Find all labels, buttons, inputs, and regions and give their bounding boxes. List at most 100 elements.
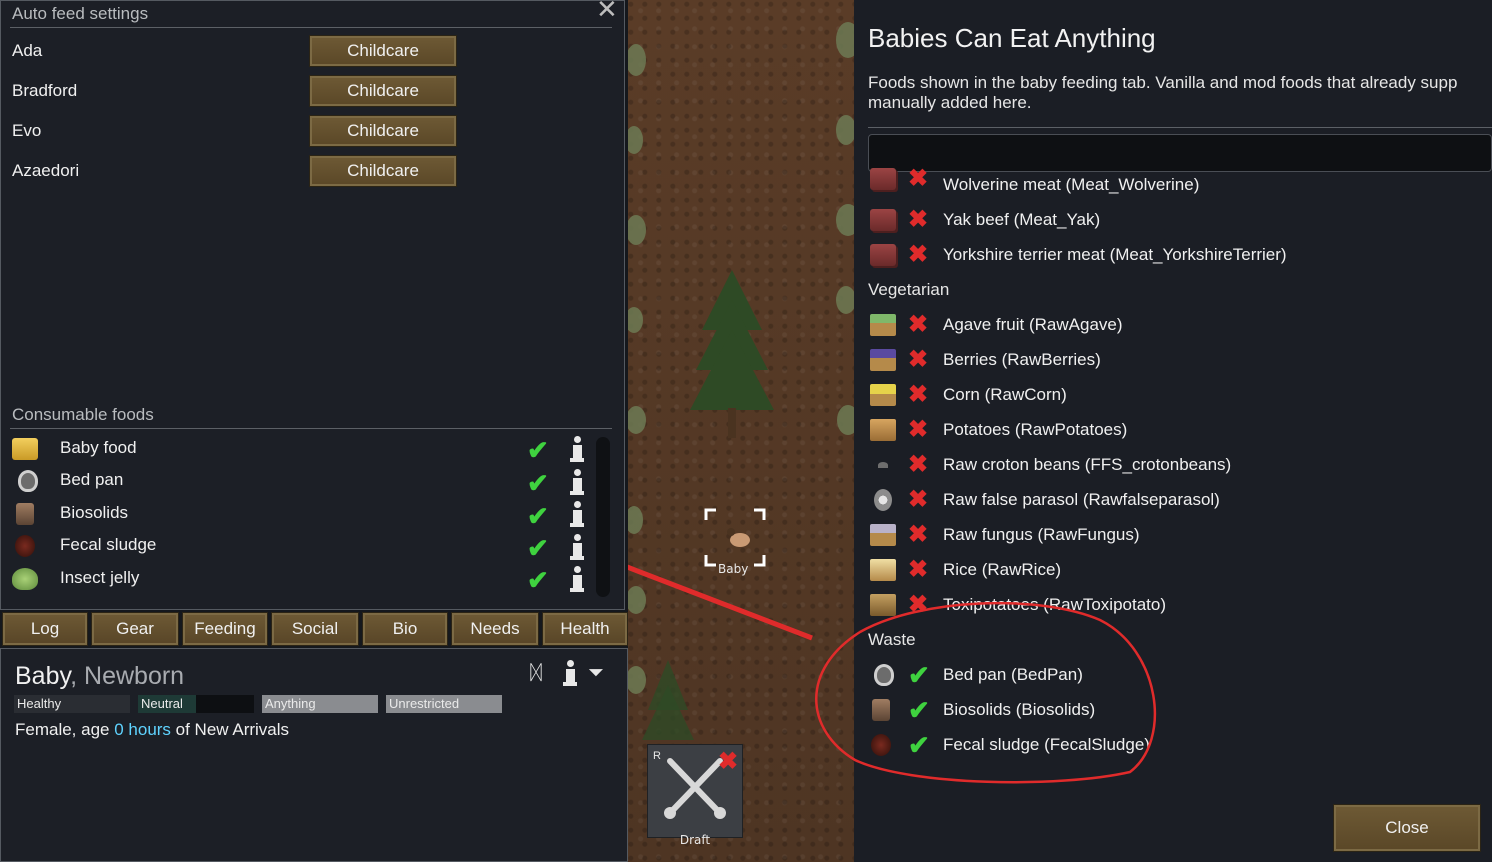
food-row-corn: ✖ Corn (RawCorn) [868, 378, 1492, 412]
food-row-baby-food: Baby food [12, 434, 592, 464]
bed-pan-icon [18, 470, 38, 492]
tab-log[interactable]: Log [2, 612, 88, 646]
divider [10, 428, 612, 429]
food-label: Rice (RawRice) [943, 560, 1062, 579]
food-label: Wolverine meat (Meat_Wolverine) [943, 175, 1200, 194]
food-row-croton-beans: ✖ Raw croton beans (FFS_crotonbeans) [868, 448, 1492, 482]
fecal-sludge-icon [15, 535, 35, 557]
close-icon[interactable]: ✕ [596, 0, 618, 25]
food-label: Raw croton beans (FFS_crotonbeans) [943, 455, 1232, 474]
tab-feeding[interactable]: Feeding [182, 612, 268, 646]
food-row-yak-beef: ✖ Yak beef (Meat_Yak) [868, 203, 1492, 237]
feed-mode-button-ada[interactable]: Childcare [309, 35, 457, 67]
food-label: Corn (RawCorn) [943, 385, 1067, 404]
info-icon[interactable] [563, 660, 577, 686]
auto-feed-title: Auto feed settings [12, 4, 149, 23]
biosolids-icon [16, 503, 34, 525]
food-list-scrollbar[interactable] [596, 437, 610, 597]
draft-label: Draft [679, 833, 711, 847]
rice-icon [870, 559, 896, 581]
close-button[interactable]: Close [1333, 804, 1481, 852]
disallowed-x-icon[interactable]: ✖ [908, 347, 928, 373]
tab-social[interactable]: Social [271, 612, 359, 646]
allowed-check-icon[interactable]: ✔ [527, 535, 549, 561]
tab-needs[interactable]: Needs [451, 612, 539, 646]
food-restriction-dropdown[interactable]: Anything [262, 695, 378, 713]
pawn-name-ada: Ada [12, 41, 43, 60]
disallowed-x-icon[interactable]: ✖ [908, 242, 928, 268]
desc-suffix: of New Arrivals [170, 720, 290, 739]
corn-icon [870, 384, 896, 406]
food-label: Raw false parasol (Rawfalseparasol) [943, 490, 1220, 509]
food-label: Yorkshire terrier meat (Meat_YorkshireTe… [943, 245, 1287, 264]
croton-beans-icon [878, 462, 888, 468]
annotation-circle [815, 601, 1157, 784]
allowed-check-icon[interactable]: ✔ [527, 567, 549, 593]
meat-icon [870, 168, 896, 190]
draft-button[interactable]: R ✖ Draft [647, 744, 743, 847]
tab-gear[interactable]: Gear [91, 612, 179, 646]
disallowed-x-icon[interactable]: ✖ [908, 452, 928, 478]
health-status-badge[interactable]: Healthy [14, 695, 130, 713]
food-row-fungus: ✖ Raw fungus (RawFungus) [868, 518, 1492, 552]
disallowed-x-icon[interactable]: ✖ [908, 522, 928, 548]
food-row-rice: ✖ Rice (RawRice) [868, 553, 1492, 587]
dialog-title: Babies Can Eat Anything [868, 23, 1156, 53]
allowed-check-icon[interactable]: ✔ [527, 437, 549, 463]
search-input[interactable] [868, 134, 1492, 172]
potatoes-icon [870, 419, 896, 441]
pawn-name: Baby [15, 662, 71, 690]
info-icon[interactable] [570, 566, 584, 592]
food-row-wolverine-meat: ✖ Wolverine meat (Meat_Wolverine) [868, 168, 1492, 196]
food-label: Potatoes (RawPotatoes) [943, 420, 1128, 439]
food-row-yorkshire-terrier-meat: ✖ Yorkshire terrier meat (Meat_Yorkshire… [868, 238, 1492, 272]
feed-mode-button-bradford[interactable]: Childcare [309, 75, 457, 107]
fungus-icon [870, 524, 896, 546]
food-label: Biosolids [60, 503, 129, 522]
rename-icon[interactable]: ᛞ [530, 662, 542, 685]
collapse-chevron-icon[interactable]: ⏷ [588, 662, 604, 685]
tab-health[interactable]: Health [542, 612, 628, 646]
disallowed-x-icon[interactable]: ✖ [908, 382, 928, 408]
info-icon[interactable] [570, 534, 584, 560]
food-label: Insect jelly [60, 568, 140, 587]
feed-mode-button-evo[interactable]: Childcare [309, 115, 457, 147]
age-value[interactable]: 0 hours [114, 720, 171, 739]
divider [868, 127, 1492, 128]
draft-hotkey: R [653, 750, 661, 762]
food-label: Yak beef (Meat_Yak) [943, 210, 1101, 229]
dialog-description: Foods shown in the baby feeding tab. Van… [868, 73, 1458, 112]
disallowed-x-icon[interactable]: ✖ [908, 487, 928, 513]
disallowed-x-icon[interactable]: ✖ [908, 168, 928, 192]
disallowed-x-icon[interactable]: ✖ [908, 417, 928, 443]
disallowed-x-icon[interactable]: ✖ [908, 207, 928, 233]
feed-mode-button-azaedori[interactable]: Childcare [309, 155, 457, 187]
info-icon[interactable] [570, 469, 584, 495]
allowed-check-icon[interactable]: ✔ [527, 470, 549, 496]
mood-status-badge[interactable]: Neutral [138, 695, 254, 713]
disallowed-x-icon[interactable]: ✖ [908, 312, 928, 338]
disallowed-x-icon[interactable]: ✖ [908, 557, 928, 583]
pine-tree [690, 270, 774, 438]
divider [10, 27, 612, 28]
food-row-potatoes: ✖ Potatoes (RawPotatoes) [868, 413, 1492, 447]
consumable-foods-title: Consumable foods [12, 405, 154, 424]
food-row-bed-pan: Bed pan [12, 466, 592, 496]
pawn-name-bradford: Bradford [12, 81, 78, 100]
food-label: Fecal sludge [60, 535, 157, 554]
pawn-name-azaedori: Azaedori [12, 161, 80, 180]
food-row-berries: ✖ Berries (RawBerries) [868, 343, 1492, 377]
annotation-arrow [628, 564, 813, 641]
info-icon[interactable] [570, 436, 584, 462]
insect-jelly-icon [12, 568, 38, 590]
food-label: Baby food [60, 438, 137, 457]
pawn-lifestage: , Newborn [70, 662, 185, 690]
pawn-title: Baby, Newborn [15, 662, 184, 691]
draft-disabled-icon: ✖ [718, 748, 739, 775]
area-restriction-dropdown[interactable]: Unrestricted [386, 695, 502, 713]
meat-icon [870, 244, 896, 266]
info-icon[interactable] [570, 501, 584, 527]
tab-bio[interactable]: Bio [362, 612, 448, 646]
agave-icon [870, 314, 896, 336]
allowed-check-icon[interactable]: ✔ [527, 503, 549, 529]
